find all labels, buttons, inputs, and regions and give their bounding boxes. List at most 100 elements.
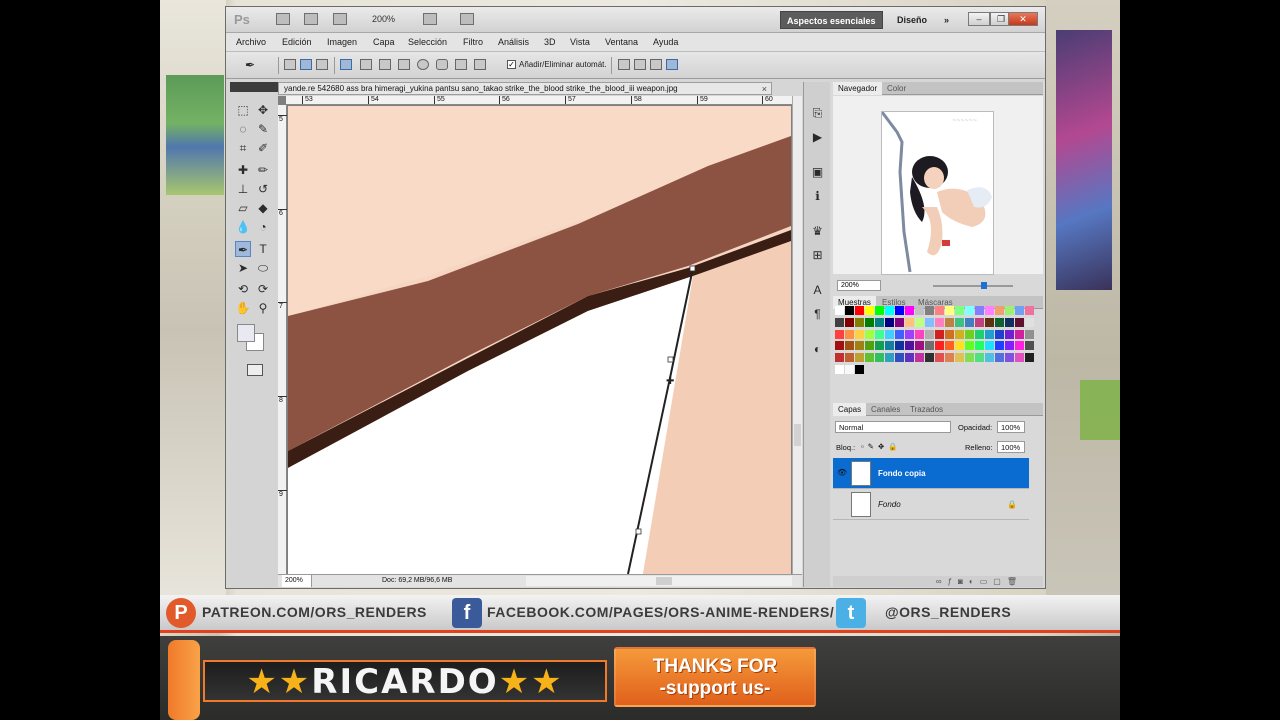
color-swatch[interactable] bbox=[835, 329, 844, 339]
ellipse-shape-icon[interactable]: ⬭ bbox=[255, 260, 271, 276]
crop-tool-icon[interactable]: ⌗ bbox=[235, 140, 251, 156]
tab-color[interactable]: Color bbox=[882, 82, 911, 95]
color-swatch[interactable] bbox=[965, 329, 974, 339]
eraser-tool-icon[interactable]: ▱ bbox=[235, 200, 251, 216]
color-swatch[interactable] bbox=[865, 341, 874, 351]
color-swatch[interactable] bbox=[925, 329, 934, 339]
color-swatch[interactable] bbox=[955, 317, 964, 327]
shape-layers-icon[interactable] bbox=[284, 59, 296, 70]
color-swatch[interactable] bbox=[935, 341, 944, 351]
vertical-scroll-thumb[interactable] bbox=[794, 424, 801, 446]
zoom-level-dropdown[interactable]: 200% bbox=[372, 14, 395, 24]
horizontal-scrollbar[interactable] bbox=[526, 576, 792, 586]
arrange-documents-icon[interactable] bbox=[423, 13, 437, 25]
color-swatch[interactable] bbox=[985, 317, 994, 327]
tab-navigator[interactable]: Navegador bbox=[833, 82, 883, 95]
color-swatch[interactable] bbox=[845, 306, 854, 315]
color-swatch[interactable] bbox=[1005, 329, 1014, 339]
menu-vista[interactable]: Vista bbox=[570, 37, 590, 47]
menu-edicion[interactable]: Edición bbox=[282, 37, 312, 47]
color-swatch[interactable] bbox=[945, 353, 954, 363]
color-swatch[interactable] bbox=[1025, 341, 1034, 351]
menu-imagen[interactable]: Imagen bbox=[327, 37, 357, 47]
color-swatch[interactable] bbox=[885, 353, 894, 363]
color-swatch[interactable] bbox=[945, 306, 954, 315]
color-swatch[interactable] bbox=[1025, 306, 1034, 315]
color-swatch[interactable] bbox=[835, 365, 844, 375]
color-swatch[interactable] bbox=[865, 317, 874, 327]
history-panel-icon[interactable]: ⎘ bbox=[810, 106, 825, 120]
color-swatch[interactable] bbox=[905, 317, 914, 327]
color-swatch[interactable] bbox=[985, 341, 994, 351]
freeform-pen-icon[interactable] bbox=[360, 59, 372, 70]
color-swatch[interactable] bbox=[855, 353, 864, 363]
close-window-button[interactable]: ✕ bbox=[1008, 12, 1038, 26]
color-swatch[interactable] bbox=[985, 306, 994, 315]
color-swatch[interactable] bbox=[965, 353, 974, 363]
mini-bridge-icon[interactable] bbox=[304, 13, 318, 25]
color-swatch[interactable] bbox=[855, 365, 864, 375]
color-swatch[interactable] bbox=[875, 329, 884, 339]
paragraph-panel-icon[interactable]: ¶ bbox=[810, 307, 825, 321]
color-swatch[interactable] bbox=[1015, 306, 1024, 315]
color-swatch[interactable] bbox=[995, 341, 1004, 351]
healing-brush-icon[interactable]: ✚ bbox=[235, 162, 251, 178]
clone-stamp-icon[interactable]: ⊥ bbox=[235, 181, 251, 197]
menu-ayuda[interactable]: Ayuda bbox=[653, 37, 678, 47]
character-panel-icon[interactable]: A bbox=[810, 283, 825, 297]
rectangle-icon[interactable] bbox=[379, 59, 391, 70]
3d-rotate-icon[interactable]: ⟲ bbox=[235, 281, 251, 297]
zoom-tool-icon[interactable]: ⚲ bbox=[255, 300, 271, 316]
color-swatch[interactable] bbox=[895, 353, 904, 363]
color-swatch[interactable] bbox=[845, 353, 854, 363]
color-swatch[interactable] bbox=[935, 353, 944, 363]
color-swatch[interactable] bbox=[1015, 317, 1024, 327]
color-swatch[interactable] bbox=[925, 341, 934, 351]
view-extras-icon[interactable] bbox=[333, 13, 347, 25]
document-tab[interactable]: yande.re 542680 ass bra himeragi_yukina … bbox=[278, 82, 772, 95]
vertical-scrollbar[interactable] bbox=[792, 96, 802, 574]
color-swatch[interactable] bbox=[945, 341, 954, 351]
3d-orbit-icon[interactable]: ⟳ bbox=[255, 281, 271, 297]
color-swatch[interactable] bbox=[955, 329, 964, 339]
color-swatch[interactable] bbox=[945, 317, 954, 327]
color-swatch[interactable] bbox=[885, 329, 894, 339]
actions-panel-icon[interactable]: ▶ bbox=[810, 130, 825, 144]
tab-layers[interactable]: Capas bbox=[833, 403, 867, 416]
color-swatch[interactable] bbox=[915, 353, 924, 363]
workspace-essentials-button[interactable]: Aspectos esenciales bbox=[780, 11, 883, 29]
color-swatch[interactable] bbox=[925, 306, 934, 315]
color-swatch[interactable] bbox=[885, 341, 894, 351]
type-tool-icon[interactable]: T bbox=[255, 241, 271, 257]
color-swatch[interactable] bbox=[875, 353, 884, 363]
tab-channels[interactable]: Canales bbox=[866, 403, 905, 416]
more-workspaces-button[interactable]: » bbox=[938, 11, 955, 29]
fill-pixels-icon[interactable] bbox=[316, 59, 328, 70]
workspace-design-button[interactable]: Diseño bbox=[891, 11, 933, 29]
menu-capa[interactable]: Capa bbox=[373, 37, 395, 47]
intersect-icon[interactable] bbox=[650, 59, 662, 70]
color-swatch[interactable] bbox=[875, 306, 884, 315]
paint-bucket-icon[interactable]: ◆ bbox=[255, 200, 271, 216]
color-swatch[interactable] bbox=[905, 329, 914, 339]
horizontal-scroll-thumb[interactable] bbox=[656, 577, 672, 585]
color-swatch[interactable] bbox=[975, 306, 984, 315]
horizontal-ruler[interactable]: 53 54 55 56 57 58 59 60 bbox=[286, 96, 792, 105]
color-swatch[interactable] bbox=[835, 353, 844, 363]
color-swatch[interactable] bbox=[845, 365, 854, 375]
minimize-button[interactable]: – bbox=[968, 12, 990, 26]
menu-archivo[interactable]: Archivo bbox=[236, 37, 266, 47]
color-swatch[interactable] bbox=[975, 341, 984, 351]
navigator-preview[interactable]: ~~~~~~ bbox=[881, 111, 994, 275]
clone-source-icon[interactable]: ♛ bbox=[810, 224, 825, 238]
ellipse-icon[interactable] bbox=[417, 59, 429, 70]
visibility-toggle-empty[interactable] bbox=[837, 499, 847, 509]
custom-shape-icon[interactable] bbox=[474, 59, 486, 70]
color-swatch[interactable] bbox=[845, 317, 854, 327]
color-swatch[interactable] bbox=[855, 341, 864, 351]
color-swatch[interactable] bbox=[995, 329, 1004, 339]
color-swatch[interactable] bbox=[1005, 306, 1014, 315]
color-swatch[interactable] bbox=[965, 306, 974, 315]
navigator-zoom-knob[interactable] bbox=[981, 282, 987, 289]
color-swatch[interactable] bbox=[975, 329, 984, 339]
